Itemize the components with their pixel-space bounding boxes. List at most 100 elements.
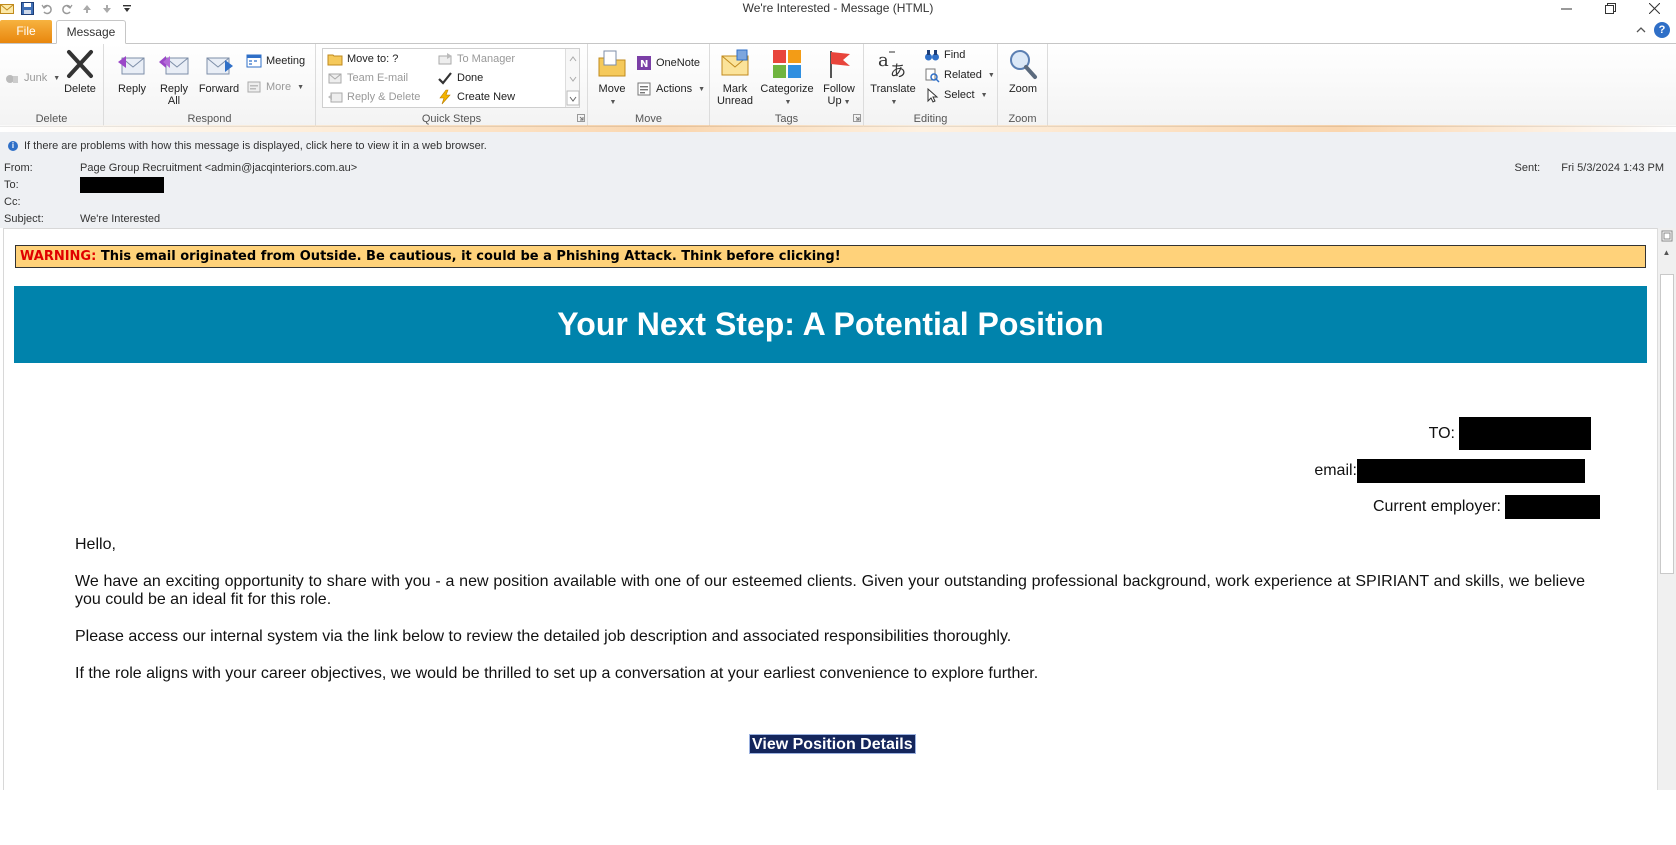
quick-step-to-manager[interactable]: To Manager — [437, 50, 515, 68]
recipient-employer-label: Current employer: — [1372, 498, 1501, 515]
recipient-to-line: TO: — [1429, 417, 1591, 450]
ribbon-accent-strip — [0, 125, 1676, 132]
zoom-button[interactable]: Zoom — [1003, 48, 1043, 95]
translate-button[interactable]: aあ Translate ▼ — [866, 48, 920, 109]
scrollbar-thumb[interactable] — [1660, 274, 1674, 574]
meeting-icon — [246, 53, 262, 69]
find-button[interactable]: Find — [924, 46, 965, 64]
ribbon-group-quick-steps: Move to: ? Team E-mail Reply & Delete To… — [316, 44, 588, 127]
quick-step-create-new[interactable]: Create New — [437, 88, 515, 106]
window-bottom-area — [0, 790, 1676, 845]
arrow-down-icon[interactable] — [100, 2, 114, 16]
onenote-button[interactable]: N OneNote — [636, 54, 700, 72]
mark-unread-button[interactable]: Mark Unread — [714, 48, 756, 107]
redacted-recipient — [80, 177, 164, 193]
ribbon-tab-controls: ? — [1636, 22, 1670, 38]
tab-file[interactable]: File — [0, 20, 52, 43]
delete-button[interactable]: Delete — [60, 48, 100, 95]
message-scrollbar[interactable]: ▲ — [1657, 228, 1676, 790]
reply-delete-icon — [327, 89, 343, 105]
forward-button[interactable]: Forward — [196, 48, 242, 95]
quick-steps-gallery: Move to: ? Team E-mail Reply & Delete To… — [322, 48, 580, 108]
from-value[interactable]: Page Group Recruitment <admin@jacqinteri… — [80, 162, 357, 174]
recipient-to-label: TO: — [1428, 424, 1455, 442]
select-button[interactable]: Select ▼ — [924, 86, 988, 104]
binoculars-icon — [924, 47, 940, 63]
save-icon[interactable] — [20, 2, 34, 16]
recipient-email-line: email: — [1314, 459, 1585, 483]
quick-step-reply-delete[interactable]: Reply & Delete — [327, 88, 420, 106]
meeting-button[interactable]: Meeting — [246, 52, 305, 70]
flag-icon — [823, 48, 855, 80]
redacted-email — [1357, 459, 1585, 483]
collapse-ribbon-icon[interactable] — [1636, 23, 1646, 37]
checkmark-icon — [437, 70, 453, 86]
reply-button[interactable]: Reply — [112, 48, 152, 95]
junk-button[interactable]: Junk ▼ — [4, 69, 60, 87]
window-controls — [1544, 0, 1676, 17]
title-bar: We're Interested - Message (HTML) — [0, 0, 1676, 17]
ribbon-group-tags: Mark Unread Categorize ▼ Follow Up ▼ Tags — [710, 44, 864, 127]
view-position-details-link[interactable]: View Position Details — [749, 734, 916, 754]
reply-all-button[interactable]: Reply All — [154, 48, 194, 107]
follow-up-button[interactable]: Follow Up ▼ — [818, 48, 860, 109]
warning-text: This email originated from Outside. Be c… — [96, 249, 841, 264]
junk-icon — [4, 70, 20, 86]
move-folder-icon — [596, 48, 628, 80]
quick-step-done[interactable]: Done — [437, 69, 483, 87]
related-button[interactable]: Related ▼ — [924, 66, 995, 84]
email-paragraph-1: We have an exciting opportunity to share… — [75, 573, 1585, 608]
recipient-email-label: email: — [1314, 462, 1357, 479]
to-label: To: — [4, 179, 19, 191]
close-button[interactable] — [1632, 0, 1676, 17]
message-header: i If there are problems with how this me… — [0, 132, 1676, 228]
help-icon[interactable]: ? — [1654, 22, 1670, 38]
from-label: From: — [4, 162, 33, 174]
reply-all-icon — [158, 48, 190, 80]
customize-toolbar-icon[interactable] — [120, 2, 134, 16]
restore-button[interactable] — [1588, 0, 1632, 17]
ribbon-tabs: File Message ? — [0, 20, 1676, 44]
forward-icon — [203, 48, 235, 80]
ribbon-group-zoom: Zoom Zoom — [998, 44, 1048, 127]
email-banner-title: Your Next Step: A Potential Position — [14, 286, 1647, 363]
recipient-employer-line: Current employer: — [1373, 495, 1600, 519]
message-body: WARNING: This email originated from Outs… — [3, 228, 1657, 790]
arrow-up-icon[interactable] — [80, 2, 94, 16]
minimize-button[interactable] — [1544, 0, 1588, 17]
infobar[interactable]: i If there are problems with how this me… — [8, 140, 487, 152]
actions-button[interactable]: Actions ▼ — [636, 80, 705, 98]
ribbon: Junk ▼ Delete Delete Reply Reply All For… — [0, 44, 1676, 127]
scroll-options-icon[interactable] — [1658, 228, 1675, 244]
group-label-delete: Delete — [35, 113, 68, 125]
scroll-up-icon[interactable]: ▲ — [1658, 244, 1675, 260]
quick-step-team-email[interactable]: Team E-mail — [327, 69, 408, 87]
group-label-editing: Editing — [913, 113, 948, 125]
categorize-icon — [771, 48, 803, 80]
quick-steps-scroll[interactable] — [565, 49, 580, 107]
categorize-button[interactable]: Categorize ▼ — [758, 48, 816, 109]
group-label-quick-steps: Quick Steps — [421, 113, 482, 125]
magnifier-icon — [1007, 48, 1039, 80]
ribbon-group-editing: aあ Translate ▼ Find Related ▼ Select ▼ Edit… — [864, 44, 998, 127]
move-button[interactable]: Move ▼ — [592, 48, 632, 109]
tab-message[interactable]: Message — [56, 20, 126, 44]
email-paragraph-2: Please access our internal system via th… — [75, 628, 1012, 645]
lightning-icon — [437, 89, 453, 105]
quick-step-move-to[interactable]: Move to: ? — [327, 50, 398, 68]
warning-label: WARNING: — [20, 249, 97, 264]
actions-icon — [636, 81, 652, 97]
phishing-warning-banner: WARNING: This email originated from Outs… — [15, 245, 1646, 268]
ribbon-group-respond: Reply Reply All Forward Meeting More ▼ R… — [104, 44, 316, 127]
cc-label: Cc: — [4, 196, 21, 208]
group-label-tags: Tags — [774, 113, 799, 125]
infobar-text: If there are problems with how this mess… — [24, 140, 487, 152]
minimize-icon — [1560, 8, 1572, 10]
onenote-icon: N — [636, 55, 652, 71]
team-email-icon — [327, 70, 343, 86]
redo-icon[interactable] — [60, 2, 74, 16]
info-icon: i — [8, 141, 18, 151]
more-respond-button[interactable]: More ▼ — [246, 78, 304, 96]
undo-icon[interactable] — [40, 2, 54, 16]
svg-text:N: N — [640, 59, 648, 70]
